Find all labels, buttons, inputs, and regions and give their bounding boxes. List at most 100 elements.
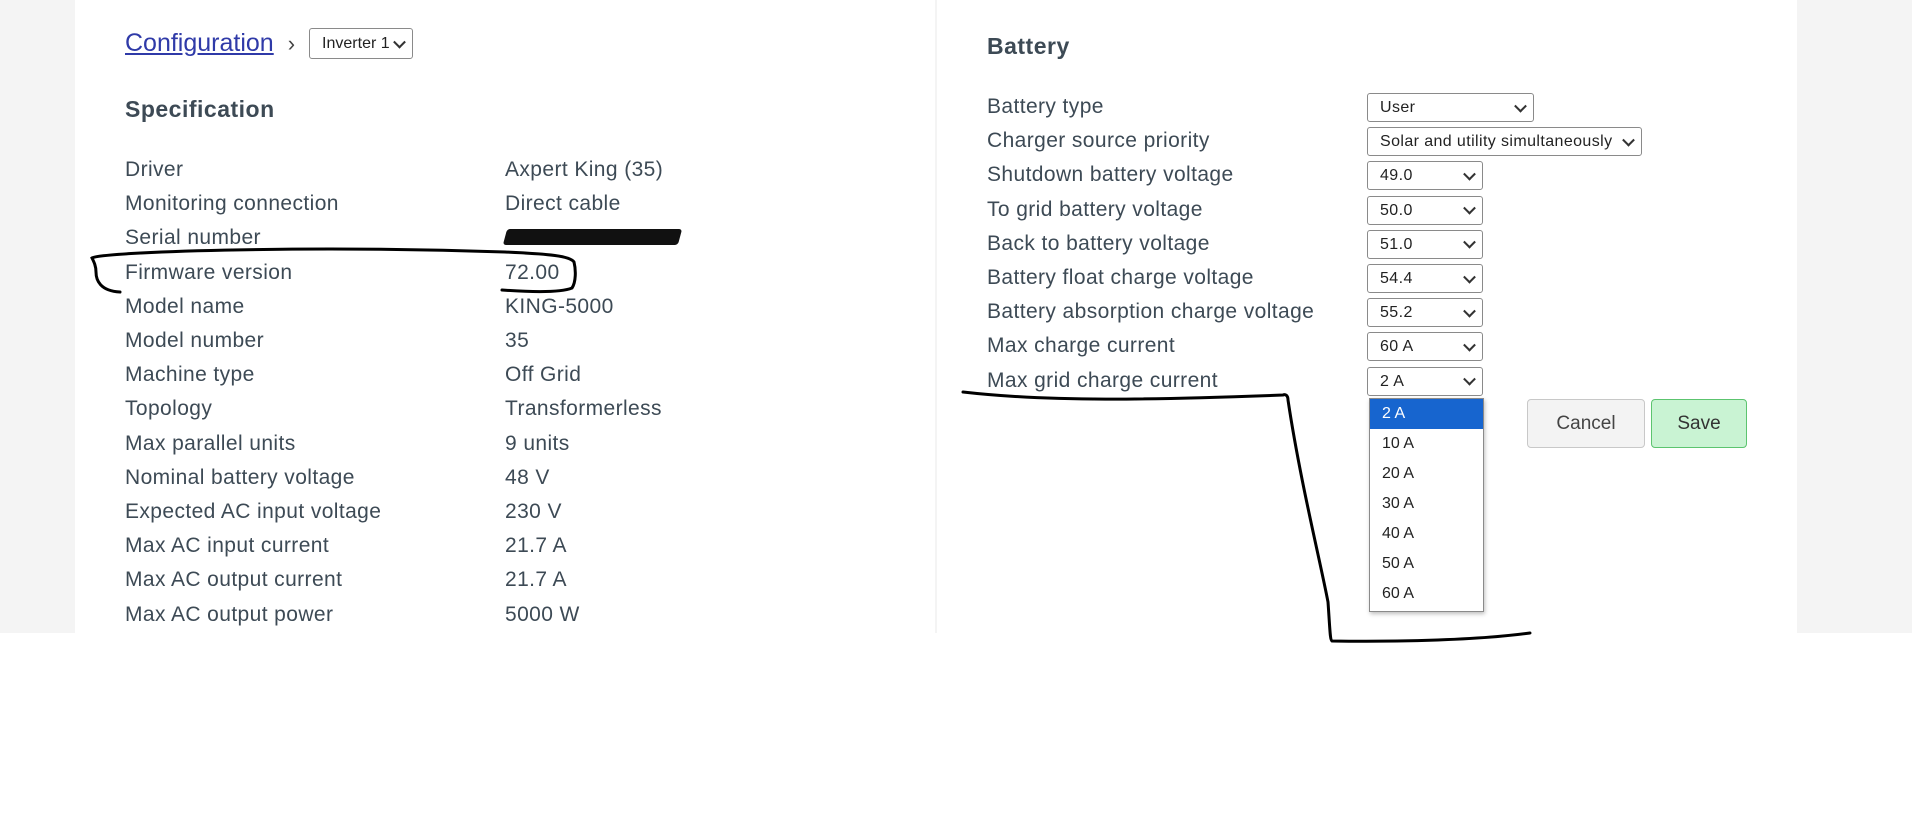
configuration-link[interactable]: Configuration [125, 29, 274, 58]
spec-row: Serial number92932 [125, 226, 825, 260]
battery-setting-value: 60 A [1380, 338, 1414, 356]
battery-setting-label: To grid battery voltage [987, 197, 1203, 221]
spec-row: Topology Transformerless [125, 397, 825, 431]
battery-setting-label: Back to battery voltage [987, 231, 1210, 255]
battery-setting-row: Max charge current 60 A [987, 332, 1687, 366]
chevron-down-icon [392, 35, 406, 49]
battery-setting-row: Shutdown battery voltage 49.0 [987, 161, 1687, 195]
spec-row: Model name KING-5000 [125, 295, 825, 329]
battery-setting-value: User [1380, 99, 1416, 116]
battery-setting-select[interactable]: User [1367, 93, 1534, 122]
battery-setting-label: Battery type [987, 95, 1104, 118]
battery-setting-label: Battery float charge voltage [987, 266, 1254, 289]
spec-label: Firmware version [125, 260, 293, 284]
chevron-down-icon [1463, 270, 1476, 284]
battery-setting-label: Battery absorption charge voltage [987, 300, 1315, 324]
spec-label: Driver [125, 158, 184, 181]
grid-charge-option[interactable]: 50 A [1370, 549, 1483, 579]
battery-setting-row: Back to battery voltage 51.0 [987, 229, 1687, 264]
spec-row: Driver Axpert King (35) [125, 158, 825, 192]
battery-setting-row: Battery float charge voltage 54.4 [987, 264, 1687, 298]
inverter-select[interactable]: Inverter 1 [309, 28, 413, 59]
battery-setting-select[interactable]: 54.4 [1367, 264, 1483, 293]
grid-charge-option[interactable]: 10 A [1370, 429, 1483, 459]
battery-setting-select[interactable]: 49.0 [1367, 161, 1483, 191]
battery-setting-value: Solar and utility simultaneously [1380, 133, 1613, 151]
spec-label: Topology [125, 397, 213, 421]
spec-label: Machine type [125, 363, 255, 387]
spec-row: Max AC output current 21.7 A [125, 568, 825, 602]
chevron-down-icon [1463, 304, 1476, 318]
battery-setting-select[interactable]: 51.0 [1367, 229, 1483, 259]
breadcrumb-separator: › [287, 30, 296, 56]
spec-value: 35 [505, 329, 530, 352]
battery-setting-value: 2 A [1380, 372, 1405, 390]
spec-label: Monitoring connection [125, 192, 339, 216]
grid-charge-option[interactable]: 20 A [1370, 459, 1483, 489]
battery-setting-row: Charger source priority Solar and utility… [987, 127, 1687, 161]
spec-row: Firmware version 72.00 [125, 261, 825, 295]
specification-title: Specification [125, 96, 275, 122]
spec-row: Max AC input current 21.7 A [125, 534, 825, 568]
spec-label: Max AC output power [125, 602, 334, 626]
spec-value: Direct cable [505, 192, 621, 216]
spec-value: Axpert King (35) [505, 158, 664, 181]
spec-value: 9 units [505, 431, 570, 455]
chevron-down-icon [1463, 167, 1476, 181]
battery-setting-value: 54.4 [1380, 270, 1413, 287]
spec-value: Off Grid [505, 363, 582, 387]
spec-label: Max AC output current [125, 568, 343, 592]
spec-row: Nominal battery voltage 48 V [125, 466, 825, 500]
battery-setting-label: Max charge current [987, 334, 1176, 358]
grid-charge-option[interactable]: 40 A [1370, 519, 1483, 549]
grid-charge-dropdown-list: 2 A 10 A 20 A 30 A 40 A 50 A 60 A [1369, 398, 1484, 612]
spec-label: Serial number [125, 226, 261, 250]
spec-label: Max AC input current [125, 534, 330, 558]
grid-charge-option[interactable]: 60 A [1370, 579, 1483, 609]
save-button[interactable]: Save [1651, 399, 1747, 448]
battery-setting-row: Battery type User [987, 93, 1687, 127]
battery-setting-label: Charger source priority [987, 129, 1210, 153]
spec-row: Machine type Off Grid [125, 363, 825, 397]
spec-value: 230 V [505, 500, 562, 523]
spec-value: Transformerless [505, 397, 662, 421]
grid-charge-option[interactable]: 30 A [1370, 489, 1483, 519]
battery-setting-value: 50.0 [1380, 201, 1413, 219]
battery-setting-value: 55.2 [1380, 304, 1413, 322]
spec-label: Nominal battery voltage [125, 465, 355, 489]
spec-label: Expected AC input voltage [125, 500, 382, 523]
battery-setting-select[interactable]: 55.2 [1367, 298, 1483, 328]
spec-row: Model number 35 [125, 329, 825, 363]
battery-setting-row: Battery absorption charge voltage 55.2 [987, 298, 1687, 332]
battery-setting-select[interactable]: 2 A [1367, 366, 1483, 396]
spec-label: Model name [125, 294, 245, 318]
spec-value: KING-5000 [505, 294, 614, 318]
spec-label: Max parallel units [125, 431, 296, 455]
chevron-down-icon [1514, 99, 1527, 113]
spec-row: Max AC output power 5000 W [125, 603, 825, 637]
spec-value: 48 V [505, 465, 550, 489]
spec-row: Expected AC input voltage 230 V [125, 500, 825, 534]
grid-charge-option[interactable]: 2 A [1370, 399, 1483, 429]
battery-setting-row: To grid battery voltage 50.0 [987, 195, 1687, 230]
serial-redaction [502, 229, 683, 245]
battery-setting-value: 49.0 [1380, 167, 1413, 185]
battery-setting-select[interactable]: 50.0 [1367, 195, 1483, 225]
battery-setting-value: 51.0 [1380, 235, 1413, 253]
chevron-down-icon [1622, 133, 1635, 147]
chevron-down-icon [1463, 338, 1476, 352]
spec-label: Model number [125, 329, 265, 352]
cancel-button[interactable]: Cancel [1527, 399, 1645, 448]
battery-setting-label: Max grid charge current [987, 368, 1218, 392]
spec-value: 21.7 A [505, 568, 567, 592]
chevron-down-icon [1463, 236, 1476, 249]
battery-setting-select[interactable]: Solar and utility simultaneously [1367, 127, 1642, 157]
battery-title: Battery [987, 33, 1070, 59]
battery-setting-label: Shutdown battery voltage [987, 163, 1234, 187]
spec-row: Monitoring connection Direct cable [125, 192, 825, 226]
spec-value: 21.7 A [505, 534, 567, 558]
breadcrumb: Configuration › Inverter 1 [125, 28, 413, 59]
battery-setting-select[interactable]: 60 A [1367, 332, 1483, 362]
spec-value: 5000 W [505, 602, 580, 626]
battery-setting-row: Max grid charge current 2 A [987, 366, 1687, 401]
